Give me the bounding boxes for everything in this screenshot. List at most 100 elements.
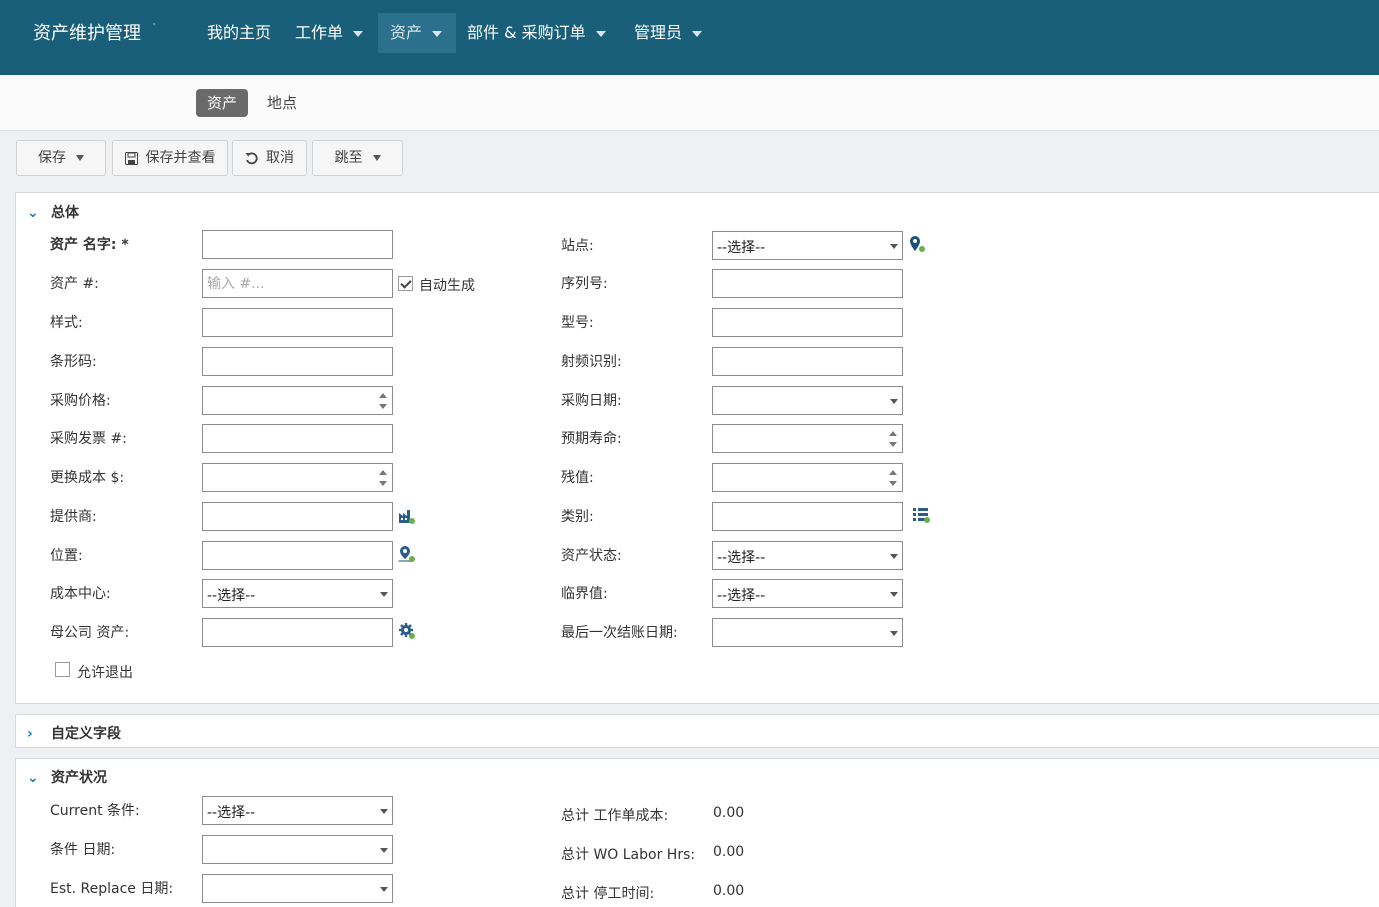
general-panel-header[interactable]: ⌄ 总体 [27, 202, 79, 222]
total-wo-labor-value: 0.00 [713, 844, 745, 860]
goto-button[interactable]: 跳至 [312, 140, 403, 176]
purchase-invoice-input[interactable] [203, 425, 392, 452]
location-input[interactable] [203, 542, 392, 569]
location-field[interactable] [202, 541, 393, 570]
current-condition-label: Current 条件: [50, 803, 140, 819]
tab-assets[interactable]: 资产 [196, 89, 249, 117]
allow-checkout-label: 允许退出 [77, 665, 133, 681]
spin-down-icon[interactable] [889, 442, 897, 447]
asset-status-select[interactable]: --选择-- [712, 541, 903, 570]
sub-navigation: 资产 地点 [0, 75, 1379, 131]
save-button[interactable]: 保存 [16, 140, 106, 176]
cancel-label: 取消 [266, 150, 294, 166]
auto-generate-checkbox[interactable] [398, 276, 413, 291]
spin-down-icon[interactable] [379, 481, 387, 486]
criticality-label: 临界值: [561, 586, 608, 602]
cancel-button[interactable]: 取消 [232, 140, 307, 176]
chevron-down-icon[interactable] [890, 631, 898, 636]
asset-name-field[interactable] [202, 230, 393, 259]
chevron-down-icon[interactable] [380, 848, 388, 853]
app-title[interactable]: 资产维护管理 [33, 19, 141, 45]
chevron-down-icon [432, 30, 443, 37]
factory-icon[interactable] [398, 507, 416, 525]
condition-date-input[interactable] [203, 836, 392, 863]
tab-locations[interactable]: 地点 [256, 89, 308, 117]
style-input[interactable] [203, 309, 392, 336]
purchase-price-input[interactable] [203, 387, 392, 414]
purchase-date-input[interactable] [713, 387, 902, 414]
location-marker-icon[interactable] [908, 235, 926, 253]
site-select[interactable]: --选择-- [712, 231, 903, 260]
nav-item-admin[interactable]: 管理员 [622, 13, 714, 53]
top-navigation-bar: 资产维护管理 ' 我的主页 工作单 资产 部件 & 采购订单 管理员 [0, 0, 1379, 75]
undo-icon [245, 151, 258, 164]
purchase-date-field[interactable] [712, 386, 903, 415]
nav-item-assets[interactable]: 资产 [378, 13, 456, 53]
last-close-date-field[interactable] [712, 618, 903, 647]
asset-number-input[interactable] [203, 270, 392, 297]
nav-item-work-orders[interactable]: 工作单 [283, 13, 375, 53]
map-pin-icon[interactable] [398, 545, 416, 563]
save-and-view-button[interactable]: 保存并查看 [112, 140, 228, 176]
cost-center-select[interactable]: --选择-- [202, 579, 393, 608]
expected-life-input[interactable] [713, 425, 902, 452]
last-close-date-input[interactable] [713, 619, 902, 646]
est-replace-date-field[interactable] [202, 874, 393, 903]
condition-panel-header[interactable]: ⌄ 资产状况 [27, 767, 107, 787]
current-condition-select[interactable]: --选择-- [202, 796, 393, 825]
category-field[interactable] [712, 502, 903, 531]
condition-panel-title: 资产状况 [51, 770, 107, 786]
list-icon[interactable] [912, 506, 930, 524]
current-condition-value: --选择-- [207, 805, 256, 821]
custom-fields-panel[interactable]: › 自定义字段 [15, 714, 1379, 748]
chevron-down-icon [890, 244, 898, 249]
barcode-input[interactable] [203, 348, 392, 375]
spin-up-icon[interactable] [889, 431, 897, 436]
purchase-price-field[interactable] [202, 386, 393, 415]
allow-checkout-checkbox[interactable] [55, 662, 70, 677]
model-field[interactable] [712, 308, 903, 337]
supplier-field[interactable] [202, 502, 393, 531]
residual-value-field[interactable] [712, 463, 903, 492]
spin-down-icon[interactable] [379, 404, 387, 409]
parent-asset-field[interactable] [202, 618, 393, 647]
category-input[interactable] [713, 503, 902, 530]
asset-name-input[interactable] [203, 231, 392, 258]
replace-cost-label: 更换成本 $: [50, 470, 125, 486]
rfid-field[interactable] [712, 347, 903, 376]
category-label: 类别: [561, 509, 594, 525]
style-field[interactable] [202, 308, 393, 337]
residual-value-label: 残值: [561, 470, 594, 486]
supplier-input[interactable] [203, 503, 392, 530]
spin-up-icon[interactable] [889, 470, 897, 475]
spin-up-icon[interactable] [379, 393, 387, 398]
residual-value-input[interactable] [713, 464, 902, 491]
replace-cost-input[interactable] [203, 464, 392, 491]
custom-fields-header[interactable]: › 自定义字段 [27, 723, 121, 743]
replace-cost-field[interactable] [202, 463, 393, 492]
chevron-down-icon [692, 30, 703, 37]
spin-down-icon[interactable] [889, 481, 897, 486]
serial-number-field[interactable] [712, 269, 903, 298]
rfid-label: 射频识别: [561, 354, 622, 370]
barcode-field[interactable] [202, 347, 393, 376]
chevron-down-icon[interactable] [890, 399, 898, 404]
nav-item-home[interactable]: 我的主页 [195, 13, 283, 53]
model-input[interactable] [713, 309, 902, 336]
asset-number-field[interactable] [202, 269, 393, 298]
gear-icon[interactable] [398, 622, 416, 640]
purchase-invoice-field[interactable] [202, 424, 393, 453]
parent-asset-input[interactable] [203, 619, 392, 646]
chevron-down-icon: ⌄ [27, 205, 39, 221]
expected-life-field[interactable] [712, 424, 903, 453]
rfid-input[interactable] [713, 348, 902, 375]
chevron-down-icon [372, 155, 381, 161]
criticality-select[interactable]: --选择-- [712, 579, 903, 608]
nav-item-parts-po[interactable]: 部件 & 采购订单 [455, 13, 618, 53]
chevron-down-icon[interactable] [380, 887, 388, 892]
floppy-disk-icon [124, 151, 138, 165]
condition-date-field[interactable] [202, 835, 393, 864]
serial-number-input[interactable] [713, 270, 902, 297]
spin-up-icon[interactable] [379, 470, 387, 475]
est-replace-date-input[interactable] [203, 875, 392, 902]
